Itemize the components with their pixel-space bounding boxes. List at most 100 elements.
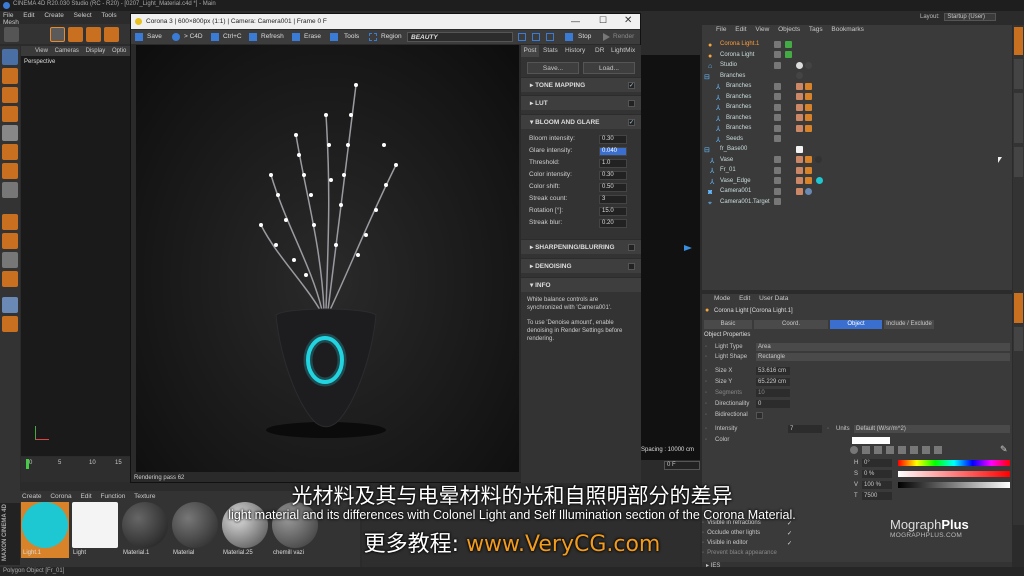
vfb-region-button[interactable]: Region	[381, 30, 402, 44]
tab-post[interactable]: Post	[521, 45, 539, 57]
light-shape-select[interactable]: Rectangle	[756, 353, 1010, 361]
snap-icon[interactable]	[2, 182, 18, 198]
menu-edit[interactable]: Edit	[23, 12, 34, 19]
viewport-menu-options[interactable]: Optio	[112, 48, 126, 54]
object-row[interactable]: ⌖ Camera001.Target	[702, 197, 1012, 208]
tab-lightmix[interactable]: LightMix	[611, 45, 635, 57]
kelvin-mode-icon[interactable]	[910, 446, 918, 454]
tab-layers-vertical[interactable]	[1014, 327, 1023, 351]
om-menu-file[interactable]: File	[716, 26, 726, 33]
vfb-zoom-out-icon[interactable]	[546, 33, 554, 41]
object-row[interactable]: ◙ Camera001	[702, 186, 1012, 197]
viewport-menu-cameras[interactable]: Cameras	[55, 48, 79, 54]
section-sharpening[interactable]: ▸ SHARPENING/BLURRING	[521, 239, 641, 254]
layers-icon[interactable]	[2, 316, 18, 332]
move-icon[interactable]	[68, 27, 83, 42]
vfb-stop-icon[interactable]	[565, 33, 573, 41]
tab-structure-vertical[interactable]	[1014, 147, 1023, 177]
om-menu-objects[interactable]: Objects	[778, 26, 800, 33]
light-type-select[interactable]: Area	[756, 343, 1010, 351]
rotation-field[interactable]: 15.0	[599, 207, 627, 216]
attr-menu-userdata[interactable]: User Data	[759, 295, 788, 302]
vfb-load-preset-button[interactable]: Load...	[583, 62, 635, 74]
close-icon[interactable]: ✕	[624, 15, 632, 26]
om-menu-view[interactable]: View	[755, 26, 769, 33]
color-spectrum-icon[interactable]	[862, 446, 870, 454]
vfb-zoom-icon[interactable]	[518, 33, 526, 41]
tab-include-exclude[interactable]: Include / Exclude	[884, 320, 934, 329]
hsv-mode-icon[interactable]	[898, 446, 906, 454]
denoise-checkbox[interactable]	[628, 263, 635, 270]
vfb-zoom-in-icon[interactable]	[532, 33, 540, 41]
object-row[interactable]: ⅄ Branches	[702, 92, 1012, 103]
om-menu-bookmarks[interactable]: Bookmarks	[831, 26, 864, 33]
object-row[interactable]: ⌂ Studio	[702, 60, 1012, 71]
directionality-field[interactable]: 0	[756, 400, 790, 408]
section-bloom[interactable]: ▾ BLOOM AND GLARE ✓	[521, 114, 641, 129]
streak-blur-field[interactable]: 0.20	[599, 219, 627, 228]
layout-value[interactable]: Startup (User)	[944, 13, 997, 21]
tab-dr[interactable]: DR	[595, 45, 604, 57]
model-mode-icon[interactable]	[2, 49, 18, 65]
om-menu-edit[interactable]: Edit	[735, 26, 746, 33]
object-row[interactable]: ⅄ Branches	[702, 81, 1012, 92]
lut-checkbox[interactable]	[628, 100, 635, 107]
object-row[interactable]: ⅄ Vase	[702, 155, 1012, 166]
magnet-icon[interactable]	[2, 271, 18, 287]
attr-menu-edit[interactable]: Edit	[739, 295, 750, 302]
vfb-render-icon[interactable]	[603, 33, 610, 41]
section-info[interactable]: ▾ INFO	[521, 277, 641, 292]
segments-field[interactable]: 10	[756, 389, 790, 397]
section-lut[interactable]: ▸ LUT	[521, 95, 641, 110]
hue-field[interactable]: 0°	[862, 459, 892, 467]
object-row[interactable]: ⊟ fr_Base00	[702, 144, 1012, 155]
color-intensity-field[interactable]: 0.30	[599, 171, 627, 180]
object-row[interactable]: ⅄ Vase_Edge	[702, 176, 1012, 187]
select-icon[interactable]	[50, 27, 65, 42]
size-y-field[interactable]: 65.229 cm	[756, 378, 790, 386]
solo-icon[interactable]	[2, 233, 18, 249]
sharpen-checkbox[interactable]	[628, 244, 635, 251]
swatches-icon[interactable]	[934, 446, 942, 454]
tab-objects-vertical[interactable]	[1014, 27, 1023, 55]
object-row[interactable]: ⅄ Branches	[702, 113, 1012, 124]
axis-icon[interactable]	[2, 163, 18, 179]
tab-takes-vertical[interactable]	[1014, 59, 1023, 89]
points-mode-icon[interactable]	[2, 68, 18, 84]
sat-field[interactable]: 0 %	[862, 470, 892, 478]
vfb-copy-button[interactable]: Ctrl+C	[223, 30, 242, 44]
sculpt-icon[interactable]	[2, 252, 18, 268]
tone-mapping-checkbox[interactable]: ✓	[628, 82, 635, 89]
bidirectional-checkbox[interactable]	[756, 412, 763, 419]
attr-menu-mode[interactable]: Mode	[714, 295, 730, 302]
menu-select[interactable]: Select	[74, 12, 92, 19]
bloom-checkbox[interactable]: ✓	[628, 119, 635, 126]
color-swatch[interactable]	[852, 437, 890, 444]
om-menu-tags[interactable]: Tags	[809, 26, 823, 33]
tab-content-browser-vertical[interactable]	[1014, 93, 1023, 143]
edges-mode-icon[interactable]	[2, 87, 18, 103]
undo-icon[interactable]	[4, 27, 19, 42]
bloom-intensity-field[interactable]: 0.30	[599, 135, 627, 144]
tab-history[interactable]: History	[565, 45, 585, 57]
object-row[interactable]: ⅄ Branches	[702, 102, 1012, 113]
tab-basic[interactable]: Basic	[704, 320, 752, 329]
vfb-refresh-icon[interactable]	[249, 33, 257, 41]
rgb-mode-icon[interactable]	[886, 446, 894, 454]
workplane-icon[interactable]	[2, 214, 18, 230]
menu-tools[interactable]: Tools	[101, 12, 116, 19]
sat-slider[interactable]	[898, 471, 1010, 477]
vfb-region-icon[interactable]	[369, 33, 377, 41]
units-select[interactable]: Default (W/sr/m^2)	[854, 425, 1010, 433]
vfb-save-preset-button[interactable]: Save...	[527, 62, 579, 74]
maximize-icon[interactable]: ☐	[599, 15, 607, 26]
vfb-pass-select[interactable]: BEAUTY	[407, 32, 513, 42]
intensity-field[interactable]: 7	[788, 425, 822, 433]
object-row[interactable]: ● Corona Light.1	[702, 39, 1012, 50]
color-wheel-icon[interactable]	[850, 446, 858, 454]
tab-attributes-vertical[interactable]	[1014, 293, 1023, 323]
timeline[interactable]: 0 5 10 15	[21, 457, 131, 482]
object-row[interactable]: ⅄ Branches	[702, 123, 1012, 134]
vfb-stop-button[interactable]: Stop	[578, 30, 591, 44]
layout-selector[interactable]: Layout: Startup (User)	[920, 13, 1012, 22]
